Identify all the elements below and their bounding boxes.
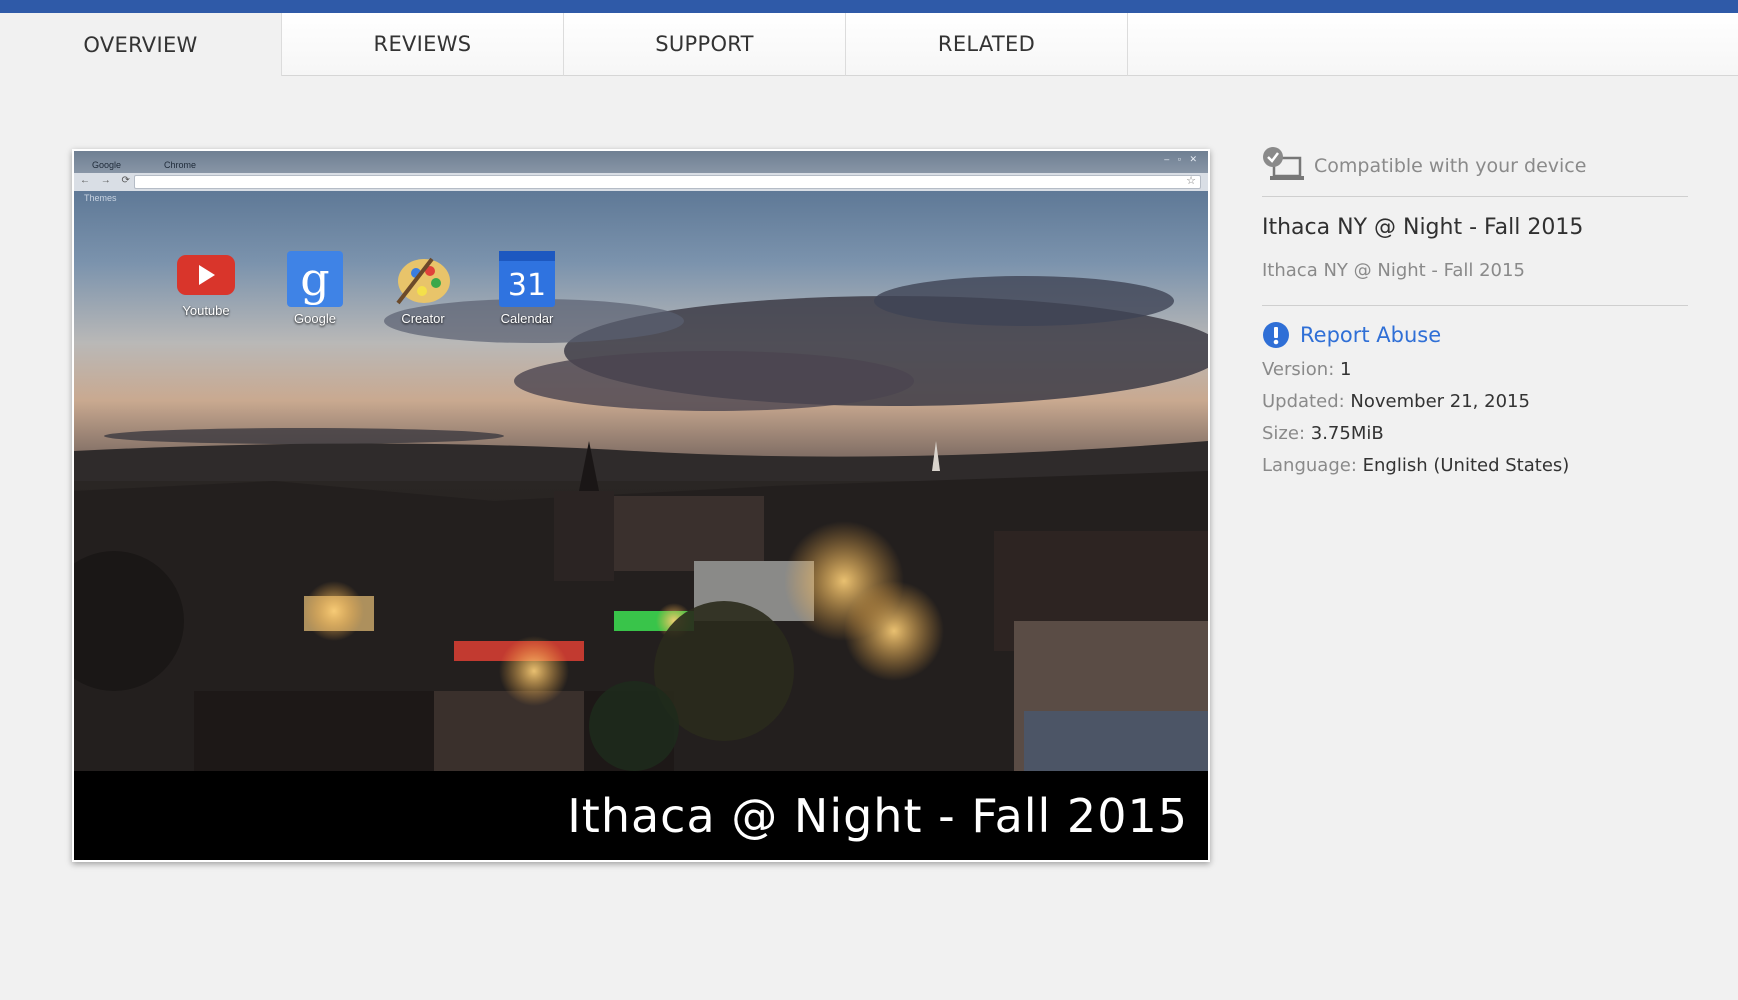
- browser-chrome-mockup: Google Chrome – ▫ ✕ ← → ⟳ ☆ Themes: [74, 151, 1208, 209]
- tab-support[interactable]: SUPPORT: [564, 13, 846, 76]
- detail-size: Size: 3.75MiB: [1262, 418, 1688, 450]
- details-sidebar: Compatible with your device Ithaca NY @ …: [1262, 146, 1688, 482]
- browser-tab-google: Google: [92, 160, 122, 170]
- detail-updated: Updated: November 21, 2015: [1262, 386, 1688, 418]
- tab-reviews[interactable]: REVIEWS: [282, 13, 564, 76]
- omnibox: ☆: [134, 175, 1201, 189]
- report-abuse-link[interactable]: Report Abuse: [1262, 320, 1688, 350]
- detail-key: Language:: [1262, 455, 1357, 476]
- bookmarks-label: Themes: [84, 193, 117, 203]
- detail-key: Updated:: [1262, 391, 1345, 412]
- detail-value: 1: [1340, 359, 1352, 380]
- extension-title: Ithaca NY @ Night - Fall 2015: [1262, 215, 1584, 240]
- browser-toolbar: ← → ⟳ ☆: [74, 173, 1208, 191]
- browser-tab-chrome: Chrome: [164, 160, 197, 170]
- detail-version: Version: 1: [1262, 354, 1688, 386]
- svg-text:g: g: [300, 252, 329, 306]
- tab-overview[interactable]: OVERVIEW: [0, 13, 282, 76]
- app-calendar: 31 Calendar: [482, 251, 572, 326]
- detail-language: Language: English (United States): [1262, 450, 1688, 482]
- app-label-youtube: Youtube: [182, 303, 230, 318]
- nav-arrows-icon: ← → ⟳: [80, 175, 134, 186]
- window-controls-icon: – ▫ ✕: [1164, 154, 1200, 164]
- app-creator: Creator: [378, 251, 468, 326]
- top-bar: [0, 0, 1738, 13]
- exclamation-icon: [1263, 322, 1289, 348]
- app-label-google: Google: [294, 311, 336, 326]
- extension-subtitle: Ithaca NY @ Night - Fall 2015: [1262, 260, 1525, 281]
- detail-value: English (United States): [1362, 455, 1570, 476]
- calendar-icon: 31: [499, 251, 555, 307]
- night-city-scene: [74, 151, 1208, 771]
- tab-bar: OVERVIEW REVIEWS SUPPORT RELATED: [0, 13, 1738, 76]
- theme-screenshot[interactable]: Google Chrome – ▫ ✕ ← → ⟳ ☆ Themes Youtu…: [72, 149, 1210, 862]
- report-abuse-label[interactable]: Report Abuse: [1300, 323, 1441, 347]
- star-icon: ☆: [1186, 175, 1196, 187]
- tab-bar-filler: [1128, 13, 1738, 76]
- detail-key: Size:: [1262, 423, 1306, 444]
- youtube-icon: [177, 255, 235, 295]
- detail-value: 3.75MiB: [1310, 423, 1384, 444]
- tab-related[interactable]: RELATED: [846, 13, 1128, 76]
- details-list: Version: 1 Updated: November 21, 2015 Si…: [1262, 354, 1688, 482]
- detail-value: November 21, 2015: [1350, 391, 1530, 412]
- compatibility-text: Compatible with your device: [1314, 155, 1587, 177]
- detail-key: Version:: [1262, 359, 1335, 380]
- browser-tab-strip: Google Chrome – ▫ ✕: [74, 151, 1208, 173]
- app-label-calendar: Calendar: [500, 311, 554, 326]
- google-icon: g: [287, 251, 343, 307]
- compatibility-row: Compatible with your device: [1262, 146, 1688, 186]
- calendar-day: 31: [508, 268, 546, 303]
- app-youtube: Youtube: [161, 251, 251, 318]
- divider-top: [1262, 196, 1688, 197]
- app-google: g Google: [270, 251, 360, 326]
- divider-middle: [1262, 305, 1688, 306]
- device-check-icon: [1263, 147, 1304, 180]
- screenshot-caption: Ithaca @ Night - Fall 2015: [567, 788, 1188, 843]
- creator-palette-icon: [396, 257, 450, 305]
- app-label-creator: Creator: [401, 311, 445, 326]
- caption-band: Ithaca @ Night - Fall 2015: [74, 771, 1208, 860]
